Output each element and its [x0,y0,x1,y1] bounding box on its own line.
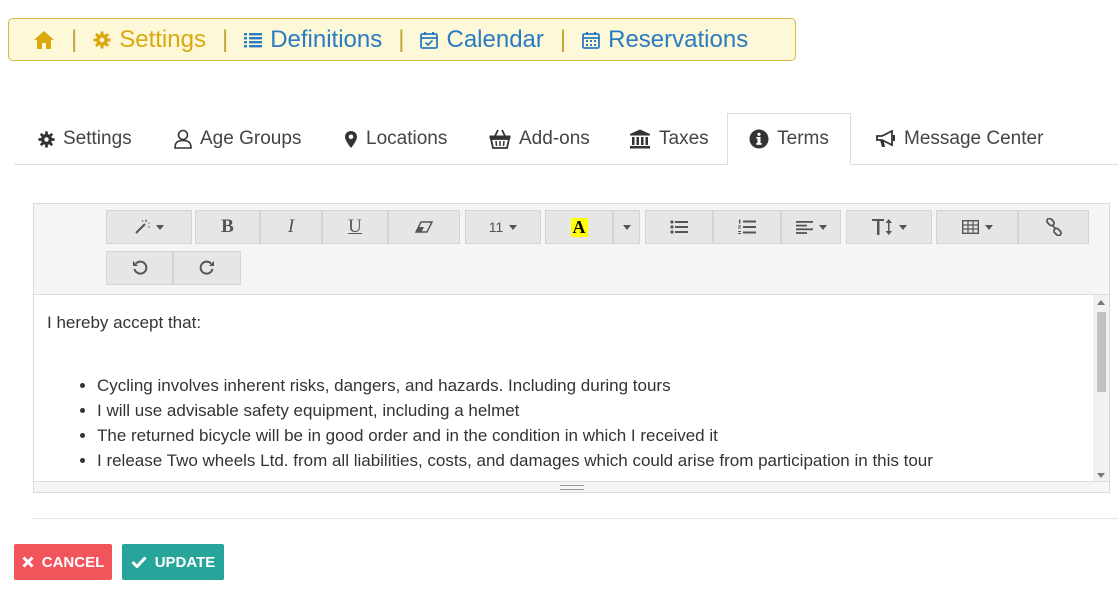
undo-icon [132,260,147,275]
font-color-letter: A [570,216,588,237]
tab-settings[interactable]: Settings [38,113,132,165]
chevron-down-icon [509,224,518,230]
clear-format-button[interactable] [388,210,460,244]
chevron-down-icon [984,224,993,230]
numbered-list-icon [738,219,756,234]
nav-calendar-label: Calendar [446,25,544,53]
tab-add-ons[interactable]: Add-ons [489,113,590,165]
redo-icon [199,260,214,275]
terms-intro: I hereby accept that: [47,313,202,332]
style-button[interactable] [106,210,192,244]
tab-label: Locations [366,128,448,149]
nav-separator: | [559,25,567,53]
tab-label: Add-ons [519,128,590,149]
line-height-dropdown[interactable] [846,210,932,244]
magic-wand-icon [135,219,150,234]
tab-bar: Settings Age Groups Locations Add-ons Ta… [14,113,1118,165]
nav-settings[interactable]: Settings [93,26,206,54]
editor-content[interactable]: I hereby accept that: Cycling involves i… [34,295,1094,482]
map-marker-icon [345,130,357,148]
nav-reservations-label: Reservations [608,25,749,53]
top-nav: | Settings | Definitions | Calendar | Re… [8,18,796,61]
paragraph-align-dropdown[interactable] [781,210,841,244]
list-item: I will use advisable safety equipment, i… [97,398,1094,423]
gear-icon [38,130,55,148]
eraser-icon [415,221,433,233]
nav-calendar[interactable]: Calendar [420,25,544,54]
check-icon [131,556,147,568]
nav-reservations[interactable]: Reservations [582,26,748,54]
list-item: I release Two wheels Ltd. from all liabi… [97,448,1094,473]
editor-toolbar: B I U 11 A [34,204,1109,295]
terms-list: Cycling involves inherent risks, dangers… [47,373,1094,473]
tab-terms[interactable]: Terms [727,113,851,165]
home-icon [34,30,54,49]
calendar-check-icon [420,31,439,49]
underline-button[interactable]: U [322,210,388,244]
list-item: Cycling involves inherent risks, dangers… [97,373,1094,398]
tab-locations[interactable]: Locations [344,113,447,165]
nav-home[interactable] [33,30,55,50]
list-item: The returned bicycle will be in good ord… [97,423,1094,448]
font-color-button[interactable]: A [545,210,613,244]
link-button[interactable] [1018,210,1089,244]
align-left-icon [795,220,813,234]
grip-icon [559,484,584,490]
tab-age-groups[interactable]: Age Groups [174,113,301,165]
bold-button[interactable]: B [195,210,260,244]
user-icon [174,129,192,149]
font-color-dropdown[interactable] [613,210,640,244]
font-size-dropdown[interactable]: 11 [465,210,541,244]
scroll-down-icon[interactable] [1097,473,1105,478]
chevron-down-icon [156,224,164,230]
redo-button[interactable] [173,251,241,285]
undo-button[interactable] [106,251,173,285]
editor-resize-handle[interactable] [34,481,1109,492]
calendar-grid-icon [582,31,601,49]
chevron-down-icon [818,224,827,230]
chevron-down-icon [622,224,631,230]
bullet-list-icon [670,220,688,234]
close-icon [22,556,34,568]
cancel-button[interactable]: CANCEL [14,544,112,580]
link-icon [1045,218,1062,236]
font-size-value: 11 [488,219,504,235]
nav-separator: | [71,25,78,53]
gear-icon [93,30,111,49]
tab-label: Message Center [904,128,1044,149]
scroll-thumb[interactable] [1097,312,1106,392]
bullhorn-icon [876,130,895,147]
chevron-down-icon [899,224,907,230]
scroll-up-icon[interactable] [1097,300,1105,305]
tab-message-center[interactable]: Message Center [876,113,1043,165]
tab-taxes[interactable]: Taxes [629,113,709,165]
nav-definitions-label: Definitions [270,25,383,53]
info-circle-icon [749,129,769,149]
tab-label: Settings [63,128,132,149]
terms-editor: B I U 11 A I hereby accept that: • Cycli… [33,203,1110,493]
unordered-list-button[interactable] [645,210,713,244]
update-button[interactable]: UPDATE [122,544,224,580]
nav-separator: | [221,25,229,53]
nav-settings-label: Settings [119,25,206,53]
tab-label: Age Groups [200,128,302,149]
tab-label: Terms [777,128,829,149]
nav-definitions[interactable]: Definitions [244,26,382,54]
list-icon [244,32,263,47]
divider [33,518,1118,519]
table-icon [961,220,979,234]
text-height-icon [872,219,892,235]
update-label: UPDATE [154,553,216,571]
basket-icon [489,129,511,149]
nav-separator: | [398,25,405,53]
italic-button[interactable]: I [260,210,322,244]
table-dropdown[interactable] [936,210,1018,244]
tab-label: Taxes [659,128,709,149]
editor-scrollbar[interactable] [1093,295,1109,483]
bank-icon [630,129,650,149]
cancel-label: CANCEL [41,553,105,571]
ordered-list-button[interactable] [713,210,781,244]
